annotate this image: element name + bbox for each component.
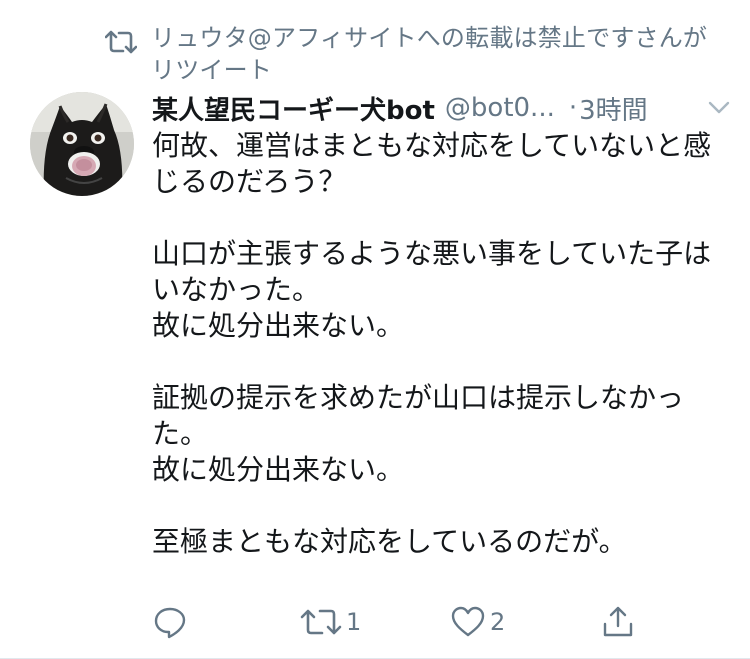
share-icon (603, 606, 633, 637)
retweet-context-text[interactable]: リュウタ@アフィサイトへの転載は禁止ですさんがリツイート (151, 22, 725, 86)
reply-button[interactable] (152, 600, 188, 644)
timestamp[interactable]: 3時間 (579, 90, 648, 127)
tweet-actions: 1 2 (152, 600, 652, 644)
separator-dot: · (568, 93, 578, 123)
like-count: 2 (490, 608, 506, 636)
like-button[interactable]: 2 (450, 600, 505, 644)
retweet-button[interactable]: 1 (300, 600, 361, 644)
share-button[interactable] (600, 600, 636, 644)
retweet-icon (105, 30, 137, 54)
tweet-text: 何故、運営はまともな対応をしていないと感じるのだろう？ 山口が主張するような悪い… (152, 129, 712, 558)
retweet-count: 1 (346, 608, 362, 636)
retweet-icon (300, 609, 342, 635)
user-handle[interactable]: @bot0... (445, 93, 555, 123)
display-name[interactable]: 某人望民コーギー犬bot (152, 90, 435, 127)
avatar[interactable] (30, 92, 134, 196)
tweet-header: 某人望民コーギー犬bot @bot0... · 3時間 (152, 88, 732, 128)
heart-icon (451, 606, 485, 637)
chevron-down-icon[interactable] (706, 96, 732, 118)
reply-icon (154, 607, 186, 639)
retweet-context: リュウタ@アフィサイトへの転載は禁止ですさんがリツイート (105, 22, 725, 86)
dog-avatar (30, 92, 134, 196)
tweet[interactable]: リュウタ@アフィサイトへの転載は禁止ですさんがリツイート 某人望民コーギー犬bo… (0, 0, 750, 659)
